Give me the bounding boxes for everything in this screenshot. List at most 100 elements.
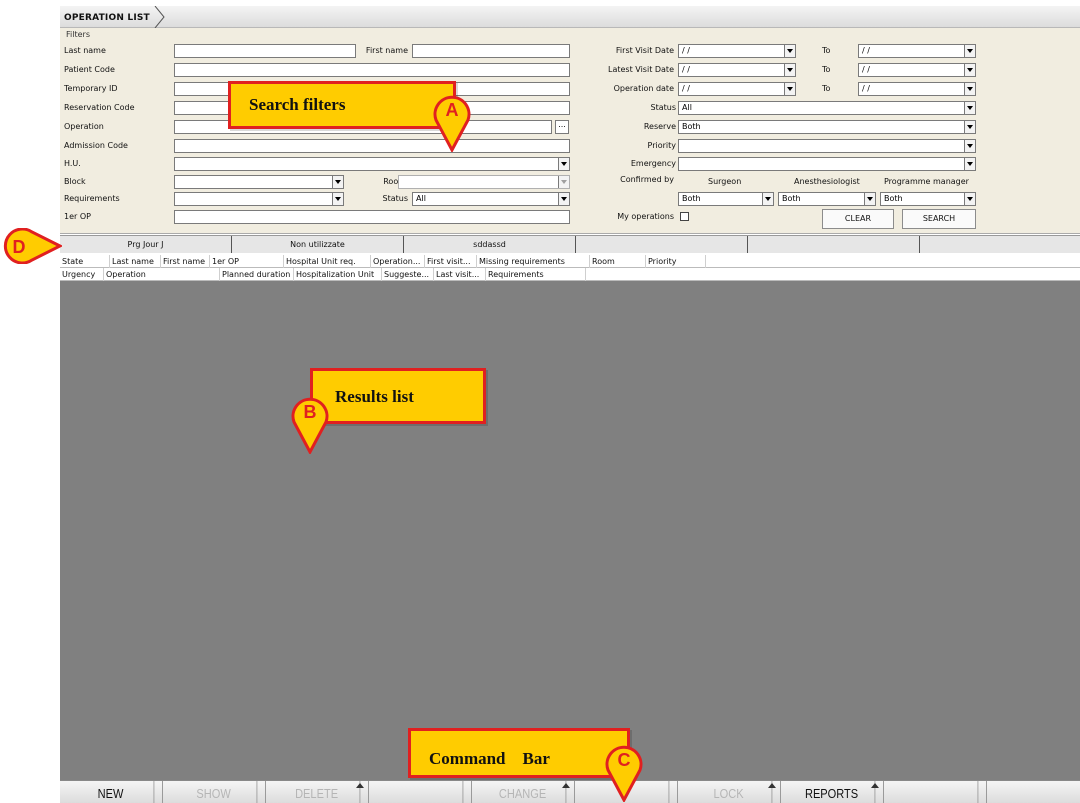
caret-up-icon[interactable] bbox=[562, 783, 570, 788]
reserve-label: Reserve bbox=[643, 122, 676, 131]
first-op-input[interactable] bbox=[174, 210, 570, 224]
tab-empty-5[interactable] bbox=[748, 236, 920, 253]
caret-up-icon[interactable] bbox=[356, 783, 364, 788]
reports-button[interactable]: REPORTS bbox=[789, 781, 876, 803]
search-filters-callout: Search filters bbox=[228, 81, 456, 129]
anesthesiologist-select[interactable]: Both bbox=[778, 192, 876, 206]
chevron-down-icon bbox=[332, 176, 343, 188]
tab-non-utilizzate[interactable]: Non utilizzate bbox=[232, 236, 404, 253]
reserve-select[interactable]: Both bbox=[678, 120, 976, 134]
surgeon-select[interactable]: Both bbox=[678, 192, 774, 206]
first-visit-date-from[interactable]: / / bbox=[678, 44, 796, 58]
chevron-down-icon bbox=[784, 83, 795, 95]
change-button[interactable]: CHANGE bbox=[480, 781, 567, 803]
room-select[interactable] bbox=[398, 175, 570, 189]
programme-manager-select[interactable]: Both bbox=[880, 192, 976, 206]
latest-visit-date-from[interactable]: / / bbox=[678, 63, 796, 77]
my-operations-checkbox[interactable] bbox=[680, 212, 689, 221]
status-select[interactable]: All bbox=[412, 192, 570, 206]
column-header[interactable]: Hospital Unit req. bbox=[284, 255, 371, 268]
patient-code-input[interactable] bbox=[174, 63, 570, 77]
column-header[interactable]: Last name bbox=[110, 255, 161, 268]
command-bar-callout: Command Bar bbox=[408, 728, 630, 778]
anesthesiologist-label: Anesthesiologist bbox=[794, 177, 860, 186]
column-header[interactable]: Operation bbox=[104, 268, 220, 281]
chevron-right-icon bbox=[154, 6, 165, 28]
priority-select[interactable] bbox=[678, 139, 976, 153]
first-name-input[interactable] bbox=[412, 44, 570, 58]
tab-sddassd[interactable]: sddassd bbox=[404, 236, 576, 253]
operation-browse-button[interactable]: ... bbox=[555, 120, 569, 134]
column-header[interactable]: First visit... bbox=[425, 255, 477, 268]
tab-prg-jour-j[interactable]: Prg Jour J bbox=[60, 236, 232, 253]
requirements-select[interactable] bbox=[174, 192, 344, 206]
column-header[interactable]: State bbox=[60, 255, 110, 268]
hu-select[interactable] bbox=[174, 157, 570, 171]
status-right-select[interactable]: All bbox=[678, 101, 976, 115]
annotation-pin-c-icon: C bbox=[605, 745, 643, 802]
column-header[interactable]: Room bbox=[590, 255, 646, 268]
column-header[interactable]: Requirements bbox=[486, 268, 586, 281]
confirmed-by-label: Confirmed by bbox=[620, 175, 674, 184]
column-header[interactable]: Priority bbox=[646, 255, 706, 268]
results-list[interactable] bbox=[60, 281, 1080, 780]
emergency-select[interactable] bbox=[678, 157, 976, 171]
chevron-down-icon bbox=[964, 158, 975, 170]
callout-label: Results list bbox=[335, 387, 414, 406]
column-header[interactable]: Missing requirements bbox=[477, 255, 590, 268]
status-right-value: All bbox=[682, 103, 692, 112]
to-label: To bbox=[822, 46, 831, 55]
column-header[interactable]: Last visit... bbox=[434, 268, 486, 281]
command-slot-4[interactable] bbox=[377, 781, 464, 803]
new-button[interactable]: NEW bbox=[68, 781, 155, 803]
callout-label: Command Bar bbox=[429, 749, 550, 768]
programme-manager-value: Both bbox=[884, 194, 903, 203]
programme-manager-label: Programme manager bbox=[884, 177, 969, 186]
column-header[interactable]: First name bbox=[161, 255, 210, 268]
callout-label: Search filters bbox=[249, 95, 346, 114]
operation-date-from[interactable]: / / bbox=[678, 82, 796, 96]
column-header[interactable]: Operation... bbox=[371, 255, 425, 268]
last-name-input[interactable] bbox=[174, 44, 356, 58]
first-visit-date-label: First Visit Date bbox=[615, 46, 674, 55]
column-header[interactable]: Urgency bbox=[60, 268, 104, 281]
caret-up-icon[interactable] bbox=[871, 783, 879, 788]
first-visit-date-to[interactable]: / / bbox=[858, 44, 976, 58]
divider bbox=[677, 781, 678, 803]
delete-button[interactable]: DELETE bbox=[274, 781, 361, 803]
divider bbox=[471, 781, 472, 803]
block-label: Block bbox=[64, 177, 86, 186]
date-value: / / bbox=[862, 46, 870, 55]
column-header[interactable]: Suggeste... bbox=[382, 268, 434, 281]
divider bbox=[368, 781, 369, 803]
latest-visit-date-to[interactable]: / / bbox=[858, 63, 976, 77]
clear-button[interactable]: CLEAR bbox=[822, 209, 894, 229]
caret-up-icon[interactable] bbox=[768, 783, 776, 788]
lock-button[interactable]: LOCK bbox=[686, 781, 773, 803]
column-header[interactable]: Hospitalization Unit bbox=[294, 268, 382, 281]
tab-empty-6[interactable] bbox=[920, 236, 1080, 253]
search-button[interactable]: SEARCH bbox=[902, 209, 976, 229]
operation-label: Operation bbox=[64, 122, 104, 131]
chevron-down-icon bbox=[964, 121, 975, 133]
breadcrumb[interactable]: OPERATION LIST bbox=[60, 6, 168, 28]
command-slot-9[interactable] bbox=[892, 781, 979, 803]
requirements-label: Requirements bbox=[64, 194, 120, 203]
chevron-down-icon bbox=[332, 193, 343, 205]
annotation-pin-d-icon: D bbox=[3, 228, 62, 264]
annotation-pin-b-icon: B bbox=[291, 397, 329, 454]
operation-date-to[interactable]: / / bbox=[858, 82, 976, 96]
priority-label: Priority bbox=[647, 141, 676, 150]
column-header[interactable]: Planned duration bbox=[220, 268, 294, 281]
admission-code-input[interactable] bbox=[174, 139, 570, 153]
tab-empty-4[interactable] bbox=[576, 236, 748, 253]
command-bar: NEW SHOW DELETE CHANGE LOCK REPORTS bbox=[60, 780, 1080, 803]
admission-code-label: Admission Code bbox=[64, 141, 128, 150]
pin-letter: C bbox=[618, 750, 631, 770]
last-name-label: Last name bbox=[64, 46, 106, 55]
show-button[interactable]: SHOW bbox=[171, 781, 258, 803]
pin-letter: D bbox=[13, 237, 26, 257]
chevron-down-icon bbox=[558, 176, 569, 188]
column-header[interactable]: 1er OP bbox=[210, 255, 284, 268]
block-select[interactable] bbox=[174, 175, 344, 189]
